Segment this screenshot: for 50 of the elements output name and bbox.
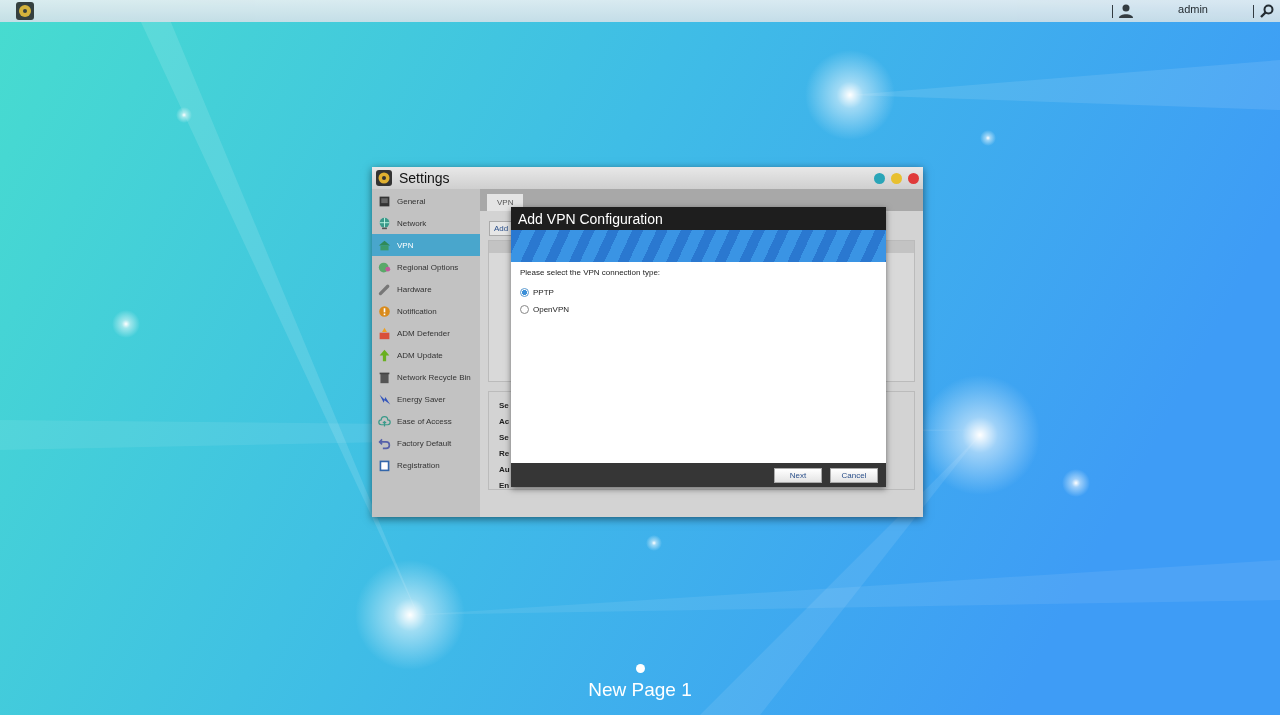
search-icon[interactable] <box>1260 4 1274 18</box>
user-name[interactable]: admin <box>1133 3 1253 15</box>
detail-label: En <box>499 480 511 490</box>
sidebar-item[interactable]: Hardware <box>372 278 480 300</box>
globe-icon <box>378 216 391 230</box>
add-button[interactable]: Add <box>489 221 514 236</box>
sidebar-item[interactable]: Ease of Access <box>372 410 480 432</box>
option-label[interactable]: PPTP <box>533 288 554 297</box>
cloud-icon <box>378 414 391 428</box>
user-icon[interactable] <box>1119 4 1133 18</box>
house-icon <box>378 238 391 252</box>
sidebar-item[interactable]: Registration <box>372 454 480 476</box>
arrow-icon <box>378 348 391 362</box>
sidebar-item[interactable]: Energy Saver <box>372 388 480 410</box>
sidebar-item[interactable]: General <box>372 190 480 212</box>
close-button[interactable] <box>908 172 919 184</box>
warning-icon <box>378 304 391 318</box>
lightning-icon <box>378 392 391 406</box>
sidebar-item[interactable]: ADM Update <box>372 344 480 366</box>
help-button[interactable] <box>874 172 885 184</box>
detail-label: Ac <box>499 416 511 426</box>
detail-label: Re <box>499 448 511 458</box>
detail-label: Au <box>499 464 511 474</box>
wrench-icon <box>378 282 391 296</box>
sidebar-item[interactable]: Notification <box>372 300 480 322</box>
page-dot[interactable] <box>635 664 645 673</box>
detail-label: Se <box>499 400 510 410</box>
clipboard-icon <box>378 458 391 472</box>
trash-icon <box>378 370 391 384</box>
sidebar-item[interactable]: Factory Default <box>372 432 480 454</box>
dialog-button[interactable]: Next <box>774 467 822 483</box>
monitor-icon <box>378 194 391 208</box>
window-title: Settings <box>399 170 451 186</box>
option-label[interactable]: OpenVPN <box>533 305 570 314</box>
app-logo-icon[interactable] <box>16 2 34 20</box>
sidebar-item[interactable]: Network Recycle Bin <box>372 366 480 388</box>
globe-icon <box>378 260 391 274</box>
dialog-prompt: Please select the VPN connection type: <box>520 268 662 277</box>
dialog-title: Add VPN Configuration <box>518 210 663 227</box>
sidebar-item[interactable]: Regional Options <box>372 256 480 278</box>
tab[interactable]: VPN <box>487 194 524 211</box>
wall-icon <box>378 326 391 340</box>
sidebar-item[interactable]: Network <box>372 212 480 234</box>
page-label: New Page 1 <box>588 679 692 701</box>
detail-label: Se <box>499 432 510 442</box>
radio-button[interactable] <box>520 305 529 314</box>
dialog-button[interactable]: Cancel <box>830 467 878 483</box>
sidebar-item[interactable]: ADM Defender <box>372 322 480 344</box>
radio-button[interactable] <box>520 288 529 297</box>
undo-icon <box>378 436 391 450</box>
